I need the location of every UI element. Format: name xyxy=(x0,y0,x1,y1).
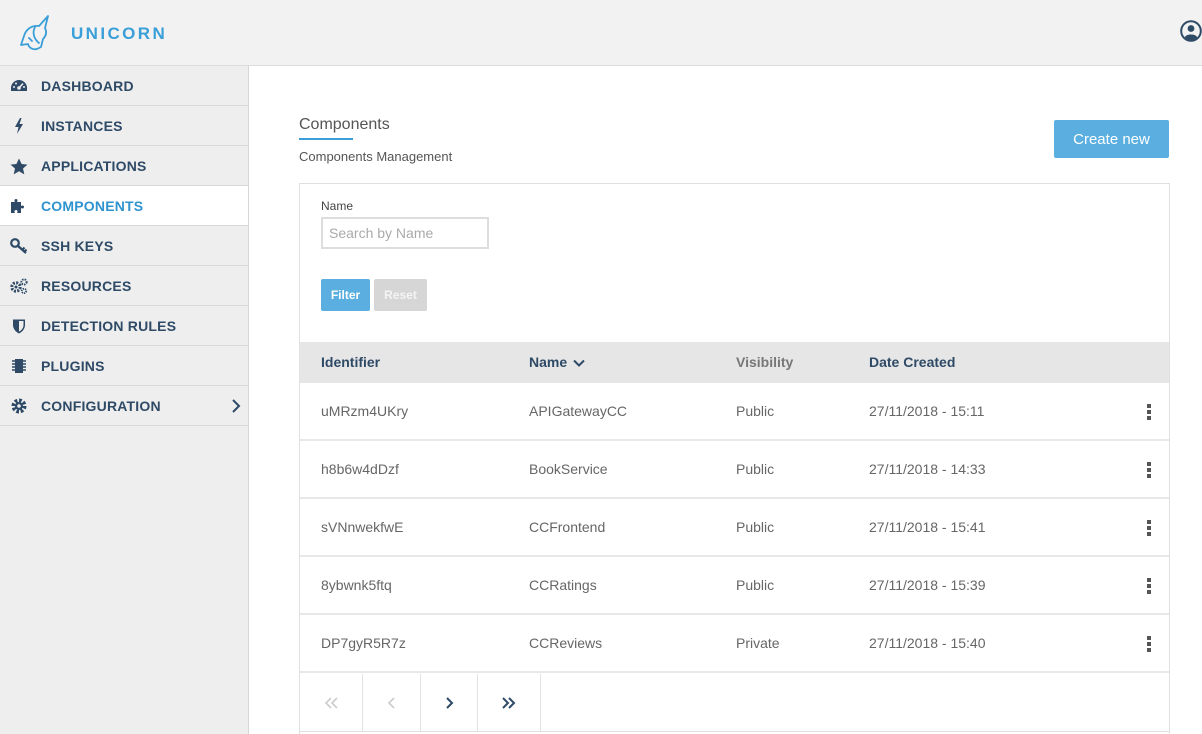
bolt-icon xyxy=(10,117,28,135)
chevron-right-icon xyxy=(446,697,454,709)
table-row[interactable]: 8ybwnk5ftq CCRatings Public 27/11/2018 -… xyxy=(300,557,1169,615)
filter-button[interactable]: Filter xyxy=(321,279,370,311)
next-page-button[interactable] xyxy=(421,674,478,732)
sidebar-item-label: INSTANCES xyxy=(41,118,123,134)
sidebar-item-detection-rules[interactable]: DETECTION RULES xyxy=(0,306,248,346)
sidebar-item-dashboard[interactable]: DASHBOARD xyxy=(0,66,248,106)
top-bar: UNICORN xyxy=(0,0,1202,66)
double-chevron-right-icon xyxy=(502,697,516,709)
sidebar-item-resources[interactable]: RESOURCES xyxy=(0,266,248,306)
sidebar-item-ssh-keys[interactable]: SSH KEYS xyxy=(0,226,248,266)
column-header-name[interactable]: Name xyxy=(529,354,585,370)
sidebar-item-label: DETECTION RULES xyxy=(41,318,177,334)
table-row[interactable]: uMRzm4UKry APIGatewayCC Public 27/11/201… xyxy=(300,383,1169,441)
chevron-left-icon xyxy=(387,697,395,709)
star-icon xyxy=(10,157,28,175)
sidebar-item-components[interactable]: COMPONENTS xyxy=(0,186,248,226)
sidebar-item-label: SSH KEYS xyxy=(41,238,114,254)
table-row[interactable]: DP7gyR5R7z CCReviews Private 27/11/2018 … xyxy=(300,615,1169,673)
row-actions-kebab-icon[interactable] xyxy=(1144,520,1154,536)
page-subtitle: Components Management xyxy=(299,149,453,164)
sidebar: DASHBOARD INSTANCES APPLICATIONS COMPONE… xyxy=(0,66,249,734)
sidebar-item-instances[interactable]: INSTANCES xyxy=(0,106,248,146)
cell-name: APIGatewayCC xyxy=(529,403,628,419)
dashboard-icon xyxy=(10,77,28,95)
cell-date-created: 27/11/2018 - 15:40 xyxy=(869,635,986,651)
sidebar-item-plugins[interactable]: PLUGINS xyxy=(0,346,248,386)
cell-date-created: 27/11/2018 - 15:11 xyxy=(869,403,985,419)
gears-icon xyxy=(10,277,28,295)
sidebar-item-label: PLUGINS xyxy=(41,358,105,374)
sidebar-item-applications[interactable]: APPLICATIONS xyxy=(0,146,248,186)
last-page-button[interactable] xyxy=(478,674,541,732)
cell-date-created: 27/11/2018 - 15:41 xyxy=(869,519,986,535)
cell-name: CCRatings xyxy=(529,577,597,593)
cell-identifier: h8b6w4dDzf xyxy=(321,461,399,477)
cell-identifier: uMRzm4UKry xyxy=(321,403,409,419)
name-filter-label: Name xyxy=(321,199,354,213)
table-header: Identifier Name Visibility Date Created xyxy=(300,342,1169,383)
table-body: uMRzm4UKry APIGatewayCC Public 27/11/201… xyxy=(300,383,1169,673)
cell-identifier: DP7gyR5R7z xyxy=(321,635,406,651)
cell-identifier: sVNnwekfwE xyxy=(321,519,404,535)
cell-date-created: 27/11/2018 - 15:39 xyxy=(869,577,986,593)
row-actions-kebab-icon[interactable] xyxy=(1144,462,1154,478)
previous-page-button xyxy=(363,674,421,732)
table-row[interactable]: h8b6w4dDzf BookService Public 27/11/2018… xyxy=(300,441,1169,499)
cell-identifier: 8ybwnk5ftq xyxy=(321,577,392,593)
first-page-button xyxy=(300,674,363,732)
create-new-button[interactable]: Create new xyxy=(1054,120,1169,158)
cell-name: CCReviews xyxy=(529,635,603,651)
cell-visibility: Public xyxy=(736,403,775,419)
cell-visibility: Public xyxy=(736,461,775,477)
page-title: Components xyxy=(299,116,390,133)
sidebar-item-label: DASHBOARD xyxy=(41,78,134,94)
row-actions-kebab-icon[interactable] xyxy=(1144,578,1154,594)
cell-visibility: Private xyxy=(736,635,780,651)
shield-icon xyxy=(10,317,28,335)
cell-visibility: Public xyxy=(736,519,775,535)
sidebar-item-label: CONFIGURATION xyxy=(41,398,161,414)
key-icon xyxy=(10,237,28,255)
chevron-down-icon xyxy=(573,360,585,368)
pagination xyxy=(300,674,1169,732)
components-panel: Name Filter Reset Identifier Name Visibi… xyxy=(299,183,1170,734)
search-by-name-input[interactable] xyxy=(321,217,489,249)
sidebar-item-configuration[interactable]: CONFIGURATION xyxy=(0,386,248,426)
unicorn-logo-icon[interactable] xyxy=(18,14,58,52)
column-header-date-created: Date Created xyxy=(869,354,956,370)
cell-name: CCFrontend xyxy=(529,519,606,535)
cell-visibility: Public xyxy=(736,577,775,593)
main-content: Components Components Management Create … xyxy=(249,66,1202,734)
chevron-right-icon xyxy=(232,399,241,413)
cell-name: BookService xyxy=(529,461,608,477)
sidebar-item-label: APPLICATIONS xyxy=(41,158,147,174)
brand-name[interactable]: UNICORN xyxy=(71,24,167,44)
user-circle-icon[interactable] xyxy=(1180,20,1202,42)
gear-icon xyxy=(10,397,28,415)
column-header-identifier: Identifier xyxy=(321,354,381,370)
title-underline xyxy=(299,138,353,140)
reset-button: Reset xyxy=(374,279,427,311)
sidebar-item-label: COMPONENTS xyxy=(41,198,144,214)
column-header-visibility: Visibility xyxy=(736,354,794,370)
double-chevron-left-icon xyxy=(324,697,338,709)
row-actions-kebab-icon[interactable] xyxy=(1144,404,1154,420)
chip-icon xyxy=(10,357,28,375)
sidebar-item-label: RESOURCES xyxy=(41,278,132,294)
puzzle-icon xyxy=(10,197,28,215)
row-actions-kebab-icon[interactable] xyxy=(1144,636,1154,652)
cell-date-created: 27/11/2018 - 14:33 xyxy=(869,461,986,477)
table-row[interactable]: sVNnwekfwE CCFrontend Public 27/11/2018 … xyxy=(300,499,1169,557)
